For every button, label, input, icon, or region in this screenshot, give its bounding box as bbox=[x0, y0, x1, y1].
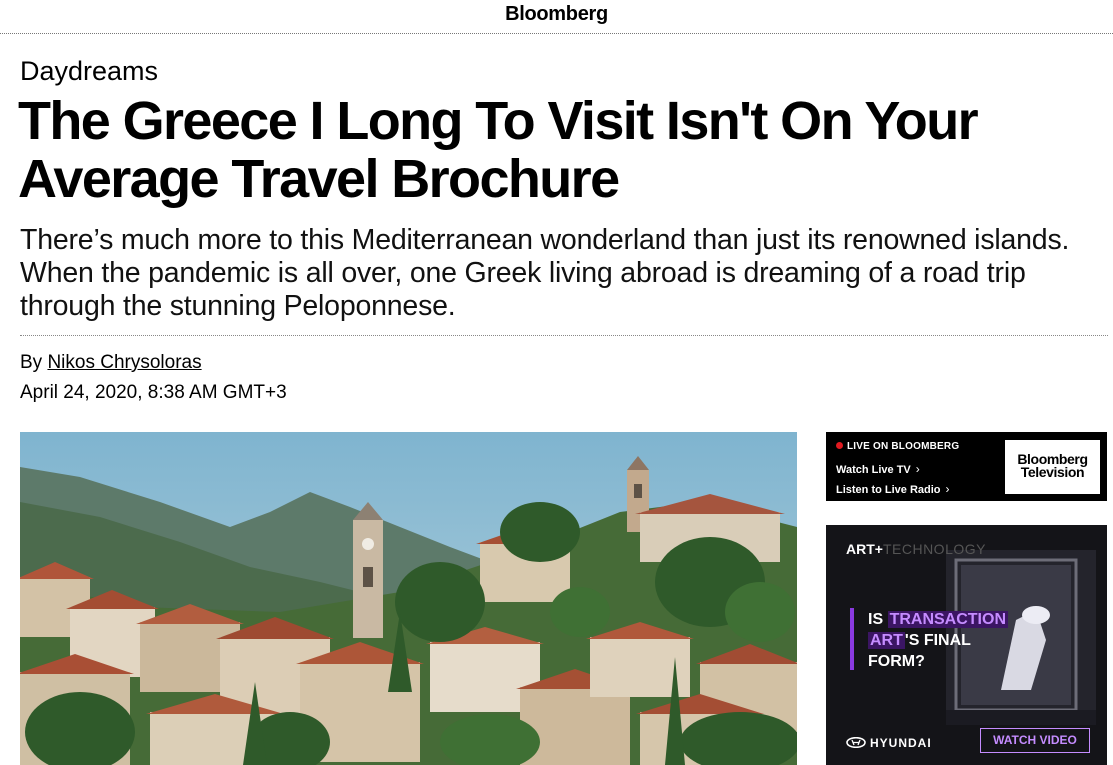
ad-line2-a: ART bbox=[868, 632, 905, 649]
ad-line2-b: 'S FINAL bbox=[904, 632, 971, 649]
ad-line1-b: TRANSACTION bbox=[887, 611, 1008, 628]
author-link[interactable]: Nikos Chrysoloras bbox=[47, 352, 201, 373]
live-label: LIVE ON BLOOMBERG bbox=[836, 441, 959, 452]
hyundai-logo: HYUNDAI bbox=[846, 736, 932, 750]
bloomberg-television-logo[interactable]: Bloomberg Television bbox=[1005, 440, 1100, 494]
byline: By Nikos Chrysoloras bbox=[20, 352, 202, 374]
hyundai-wordmark: HYUNDAI bbox=[870, 736, 932, 750]
divider bbox=[20, 335, 1108, 336]
ad-accent-bar bbox=[850, 608, 854, 670]
hero-image bbox=[20, 432, 797, 765]
live-dot-icon bbox=[836, 442, 843, 449]
hyundai-emblem-icon bbox=[846, 736, 866, 749]
bloomberg-logo[interactable]: Bloomberg bbox=[0, 3, 1113, 26]
live-label-text: LIVE ON BLOOMBERG bbox=[847, 441, 960, 452]
chevron-right-icon: › bbox=[915, 462, 920, 476]
byline-prefix: By bbox=[20, 352, 48, 373]
listen-live-radio-link[interactable]: Listen to Live Radio › bbox=[836, 482, 950, 496]
article-headline: The Greece I Long To Visit Isn't On Your… bbox=[18, 91, 979, 209]
listen-live-radio-label: Listen to Live Radio bbox=[836, 484, 941, 496]
advertisement[interactable]: ART+TECHNOLOGY IS TRANSACTION ART 'S FINA… bbox=[826, 525, 1107, 765]
ad-line3: FORM? bbox=[868, 653, 925, 670]
ad-line1-a: IS bbox=[868, 611, 888, 628]
article-kicker[interactable]: Daydreams bbox=[20, 56, 158, 87]
btv-logo-line2: Television bbox=[1020, 464, 1085, 480]
watch-live-tv-link[interactable]: Watch Live TV › bbox=[836, 462, 920, 476]
chevron-right-icon: › bbox=[945, 482, 950, 496]
publish-date: April 24, 2020, 8:38 AM GMT+3 bbox=[20, 382, 287, 403]
article-dek: There’s much more to this Mediterranean … bbox=[20, 224, 1070, 322]
watch-live-tv-label: Watch Live TV bbox=[836, 464, 911, 476]
ad-tag-art: ART+ bbox=[846, 541, 883, 557]
ad-headline: IS TRANSACTION ART 'S FINAL FORM? bbox=[868, 609, 1008, 672]
watch-video-button[interactable]: WATCH VIDEO bbox=[980, 728, 1090, 753]
top-bar: Bloomberg bbox=[0, 0, 1113, 34]
ad-tag-technology: TECHNOLOGY bbox=[882, 541, 986, 557]
ad-tag: ART+TECHNOLOGY bbox=[846, 541, 986, 557]
